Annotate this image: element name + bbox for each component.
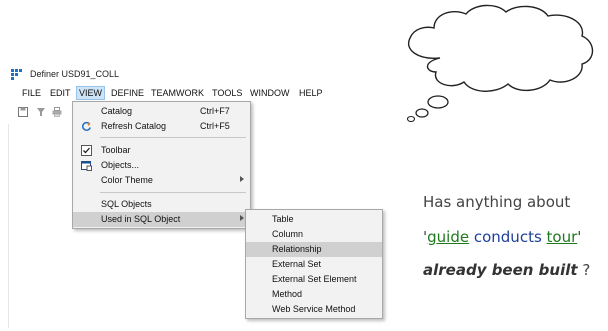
menuitem-toolbar[interactable]: Toolbar [73,143,250,158]
menu-bar: FILE EDIT VIEW DEFINE TEAMWORK TOOLS WIN… [8,83,390,102]
submenu-item-label: Table [272,214,294,224]
menu-help[interactable]: HELP [297,87,325,99]
note-end: ? [577,261,591,279]
menuitem-catalog[interactable]: Catalog Ctrl+F7 [73,104,250,119]
menuitem-label: Color Theme [101,175,153,185]
submenu-item-external-set[interactable]: External Set [246,257,382,272]
submenu-item-label: External Set [272,259,322,269]
objects-window-icon [81,161,92,171]
menu-window[interactable]: WINDOW [248,87,292,99]
menuitem-label: Catalog [101,106,133,116]
menuitem-label: Toolbar [101,145,131,155]
menuitem-label: SQL Objects [101,199,152,209]
note-emphasis: already been built [423,261,578,279]
submenu-item-label: Method [272,289,303,299]
menu-view[interactable]: VIEW [75,86,106,100]
note-word-guide: guide [427,228,470,246]
menuitem-color-theme[interactable]: Color Theme [73,173,250,188]
submenu-item-method[interactable]: Method [246,287,382,302]
menuitem-objects[interactable]: Objects... [73,158,250,173]
menuitem-label: Objects... [101,160,140,170]
note-line-1: Has anything about [423,193,570,211]
submenu-item-table[interactable]: Table [246,212,382,227]
menu-tools[interactable]: TOOLS [210,87,244,99]
app-logo-icon [11,69,22,80]
menu-separator [100,137,246,138]
checkbox-checked-icon [81,145,92,156]
menuitem-refresh-catalog[interactable]: Refresh Catalog Ctrl+F5 [73,119,250,134]
print-icon[interactable] [52,107,62,117]
submenu-arrow-icon [240,215,244,221]
note-line-2: 'guide conducts tour' [423,228,581,246]
menuitem-shortcut: Ctrl+F5 [200,121,230,131]
note-word-conducts: conducts [473,228,542,246]
submenu-item-web-service-method[interactable]: Web Service Method [246,302,382,317]
window-title: Definer USD91_COLL [30,69,120,79]
submenu-item-label: External Set Element [272,274,357,284]
submenu-item-external-set-element[interactable]: External Set Element [246,272,382,287]
used-in-sql-submenu: Table Column Relationship External Set E… [245,209,383,319]
menu-define[interactable]: DEFINE [109,87,146,99]
menuitem-used-in-sql-object[interactable]: Used in SQL Object [73,212,250,227]
menu-teamwork[interactable]: TEAMWORK [149,87,206,99]
note-text: Has anything about [423,193,571,211]
refresh-icon [82,121,91,131]
save-icon[interactable] [18,107,28,117]
menuitem-label: Used in SQL Object [101,214,181,224]
menu-separator [100,192,246,193]
note-word-tour: tour [546,228,578,246]
menuitem-sql-objects[interactable]: SQL Objects [73,197,250,212]
menu-edit[interactable]: EDIT [48,87,73,99]
note-line-3: already been built ? [423,261,590,279]
menuitem-label: Refresh Catalog [101,121,167,131]
submenu-item-label: Web Service Method [272,304,356,314]
filter-icon[interactable] [36,107,46,117]
submenu-item-label: Column [272,229,304,239]
quote-close: ' [577,228,582,246]
title-bar: Definer USD91_COLL [8,66,390,83]
menu-file[interactable]: FILE [20,87,43,99]
submenu-item-column[interactable]: Column [246,227,382,242]
menuitem-shortcut: Ctrl+F7 [200,106,230,116]
submenu-arrow-icon [240,176,244,182]
submenu-item-label: Relationship [272,244,322,254]
submenu-item-relationship[interactable]: Relationship [246,242,382,257]
view-menu: Catalog Ctrl+F7 Refresh Catalog Ctrl+F5 … [72,101,251,229]
thought-bubble [406,4,594,123]
